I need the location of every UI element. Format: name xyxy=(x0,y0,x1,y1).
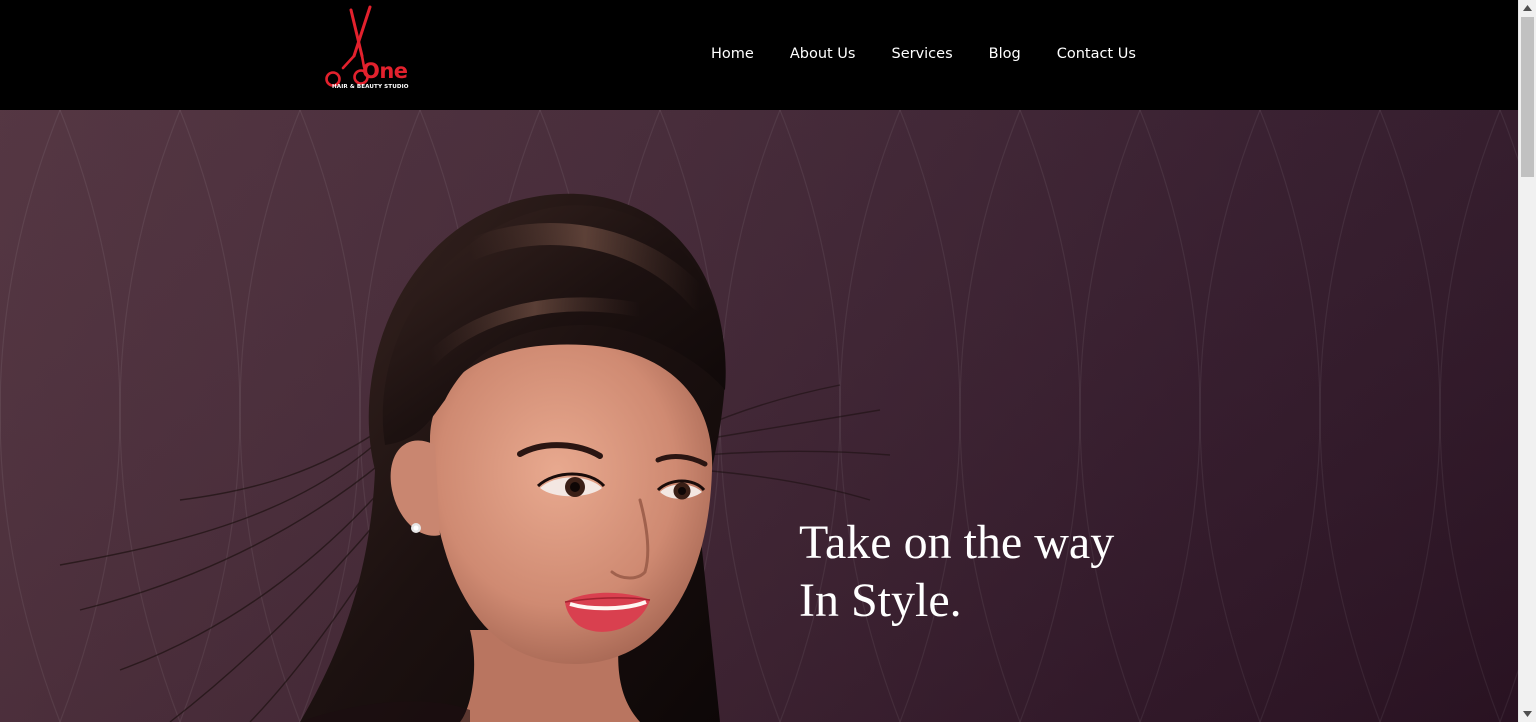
main-nav: Home About Us Services Blog Contact Us xyxy=(711,43,1136,65)
scroll-up-button[interactable] xyxy=(1519,0,1536,16)
scrollbar-thumb[interactable] xyxy=(1521,17,1534,177)
nav-item-home[interactable]: Home xyxy=(711,43,754,65)
page-scrollbar[interactable] xyxy=(1518,0,1536,722)
logo-tagline: HAIR & BEAUTY STUDIO xyxy=(332,84,409,90)
nav-item-blog[interactable]: Blog xyxy=(989,43,1021,65)
hero-headline-line-2: In Style. xyxy=(799,574,962,627)
site-header: One HAIR & BEAUTY STUDIO Home About Us S… xyxy=(0,0,1518,110)
page: One HAIR & BEAUTY STUDIO Home About Us S… xyxy=(0,0,1536,722)
scroll-up-arrow-icon xyxy=(1523,5,1532,11)
nav-item-about-us[interactable]: About Us xyxy=(790,43,856,65)
hero-model-photo xyxy=(59,193,891,722)
scroll-down-arrow-icon xyxy=(1523,711,1532,717)
hero-headline-line-1: Take on the way xyxy=(799,516,1115,569)
hero-banner: Take on the way In Style. xyxy=(0,110,1518,722)
scroll-down-button[interactable] xyxy=(1519,706,1536,722)
hero-headline: Take on the way In Style. xyxy=(799,514,1114,630)
logo-wordmark: One xyxy=(362,59,408,83)
nav-item-services[interactable]: Services xyxy=(891,43,952,65)
nav-item-contact-us[interactable]: Contact Us xyxy=(1057,43,1136,65)
